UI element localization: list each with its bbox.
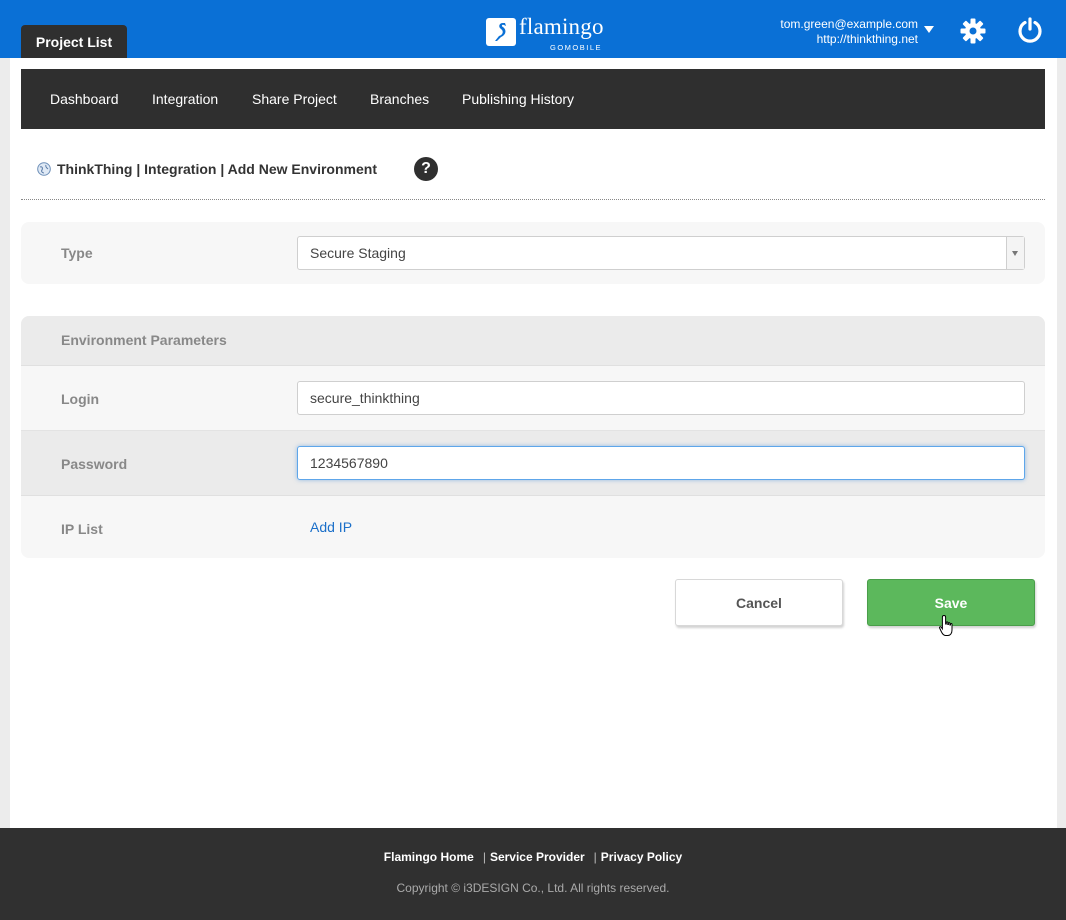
project-subnav: Dashboard Integration Share Project Bran… — [21, 69, 1045, 129]
flamingo-bird-icon — [486, 18, 516, 46]
subnav-branches[interactable]: Branches — [370, 69, 429, 129]
footer-links: Flamingo Home | Service Provider | Privacy P… — [383, 850, 683, 864]
user-email: tom.green@example.com — [780, 17, 918, 31]
environment-parameters-panel: Environment Parameters Login secure_thin… — [21, 316, 1045, 558]
copyright-text: Copyright © i3DESIGN Co., Ltd. All right… — [396, 881, 670, 895]
type-panel: Type Secure Staging — [21, 222, 1045, 284]
password-label: Password — [61, 456, 128, 472]
divider — [21, 199, 1045, 200]
password-row: Password 1234567890 — [21, 431, 1045, 496]
login-input[interactable]: secure_thinkthing — [297, 381, 1025, 415]
subnav-integration[interactable]: Integration — [152, 69, 218, 129]
hand-cursor-icon — [939, 614, 953, 636]
subnav-share-project[interactable]: Share Project — [252, 69, 337, 129]
user-url: http://thinkthing.net — [816, 32, 918, 46]
subnav-dashboard[interactable]: Dashboard — [50, 69, 119, 129]
footer: Flamingo Home | Service Provider | Privacy P… — [0, 828, 1066, 920]
breadcrumb: ThinkThing | Integration | Add New Envir… — [37, 159, 377, 179]
login-label: Login — [61, 391, 100, 407]
top-bar: Project List flamingo GOMOBILE tom.green… — [0, 0, 1066, 58]
subnav-publishing-history[interactable]: Publishing History — [462, 69, 574, 129]
ip-list-label: IP List — [61, 521, 103, 537]
login-row: Login secure_thinkthing — [21, 366, 1045, 431]
caret-down-icon[interactable] — [924, 26, 934, 33]
type-label: Type — [61, 245, 93, 261]
power-icon[interactable] — [1016, 16, 1044, 44]
password-input[interactable]: 1234567890 — [297, 446, 1025, 480]
footer-link-service-provider[interactable]: Service Provider — [490, 850, 585, 864]
type-select[interactable]: Secure Staging — [297, 236, 1025, 270]
breadcrumb-text: ThinkThing | Integration | Add New Envir… — [57, 161, 377, 177]
add-ip-link[interactable]: Add IP — [310, 519, 352, 535]
flamingo-logo[interactable]: flamingo GOMOBILE — [486, 14, 616, 54]
footer-link-privacy-policy[interactable]: Privacy Policy — [601, 850, 682, 864]
select-arrow-icon[interactable] — [1006, 237, 1024, 269]
footer-link-flamingo-home[interactable]: Flamingo Home — [384, 850, 474, 864]
panel-title: Environment Parameters — [61, 332, 227, 348]
logo-text: flamingo — [519, 14, 604, 39]
cancel-button[interactable]: Cancel — [675, 579, 843, 626]
project-list-tab[interactable]: Project List — [21, 25, 127, 58]
panel-header: Environment Parameters — [21, 316, 1045, 366]
logo-subtitle: GOMOBILE — [550, 43, 603, 52]
help-icon[interactable]: ? — [414, 157, 438, 181]
type-select-value: Secure Staging — [310, 245, 406, 261]
gear-icon[interactable] — [959, 17, 987, 45]
globe-icon — [37, 162, 51, 176]
user-account-menu[interactable]: tom.green@example.com http://thinkthing.… — [780, 17, 918, 47]
main-card: Dashboard Integration Share Project Bran… — [10, 58, 1057, 828]
ip-list-row: IP List Add IP — [21, 496, 1045, 558]
